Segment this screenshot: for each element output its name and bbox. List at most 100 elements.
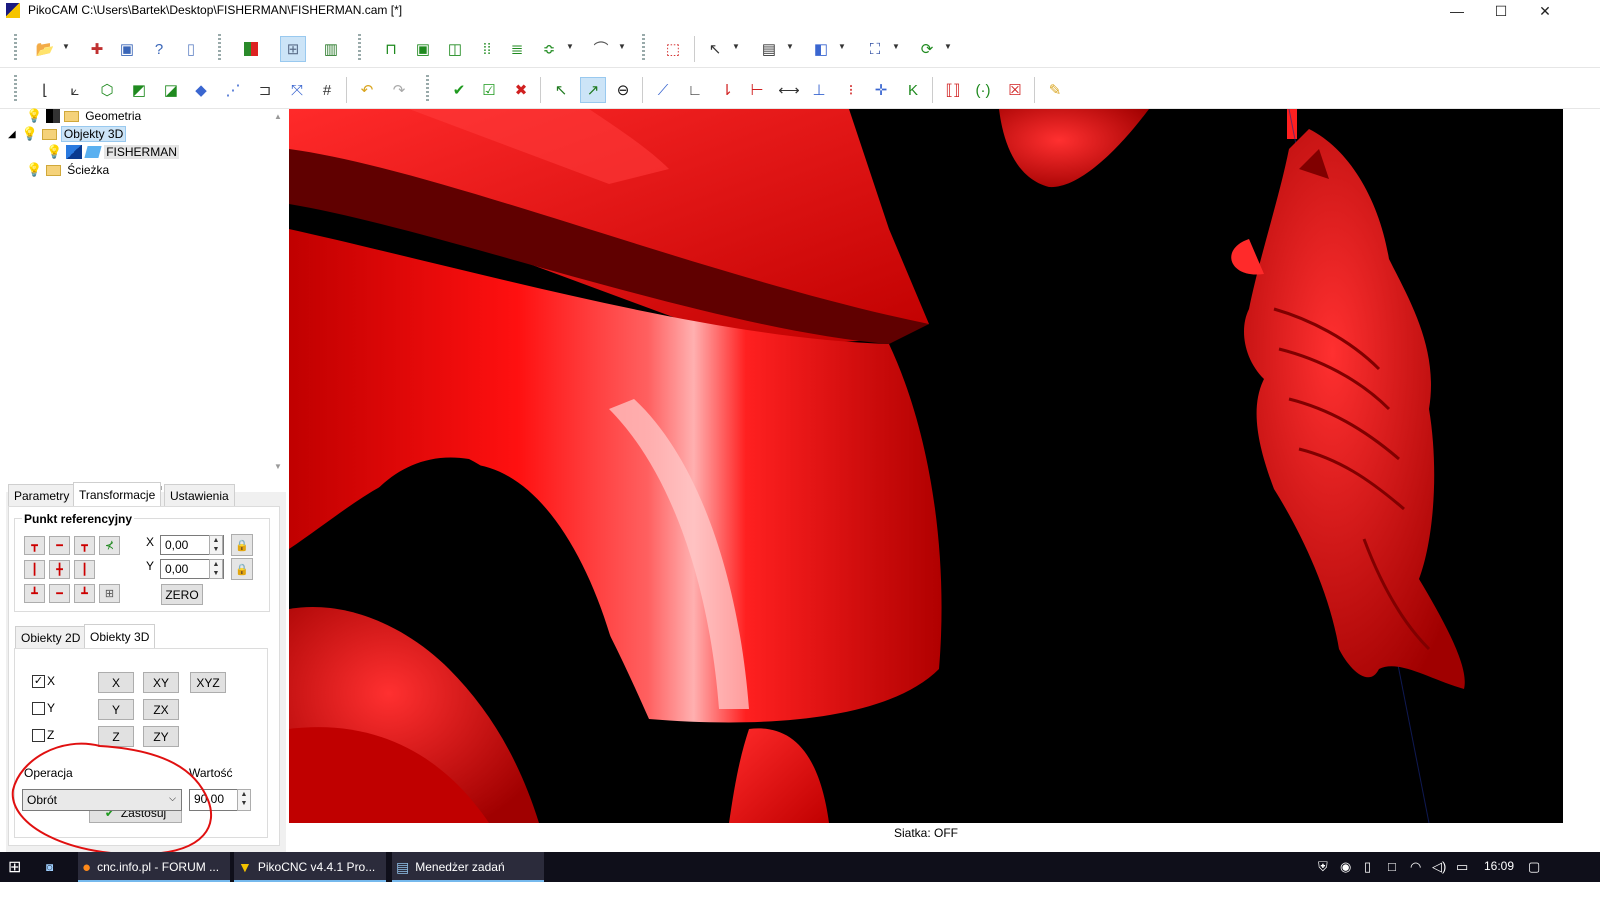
ref-custom-button[interactable]: ⊀	[99, 536, 120, 555]
zero-button[interactable]: ZERO	[161, 584, 203, 605]
edit-icon[interactable]: ☒	[1002, 77, 1028, 103]
z-checkbox[interactable]: Z	[32, 728, 54, 742]
taskbar-item-task-manager[interactable]: ▤ Menedżer zadań	[392, 852, 544, 882]
checkbox-box[interactable]	[32, 701, 45, 715]
x-checkbox[interactable]: ✓ X	[32, 674, 55, 688]
contour-icon[interactable]: ◫	[442, 36, 468, 62]
tab-obiekty-3d[interactable]: Obiekty 3D	[84, 624, 156, 648]
curve-icon[interactable]: ⌒	[588, 36, 614, 62]
ref-center-button[interactable]: ╋	[49, 560, 70, 579]
distribute-dropdown-icon[interactable]: ▼	[566, 42, 574, 51]
help-icon[interactable]: ?	[146, 36, 172, 62]
ref-bottom-center-button[interactable]: ━	[49, 584, 70, 603]
3d-viewport[interactable]	[289, 109, 1563, 823]
brush-icon[interactable]: ✎	[1042, 77, 1068, 103]
mirror-icon[interactable]: ⟦⟧	[940, 77, 966, 103]
axis-origin-icon[interactable]: ⌊	[32, 77, 58, 103]
lightbulb-icon[interactable]: 💡	[26, 162, 42, 178]
ref-bottom-left-button[interactable]: ┻	[24, 584, 45, 603]
dotted-line-icon[interactable]: ⁝	[838, 77, 864, 103]
x-spinner[interactable]: ▲ ▼	[209, 535, 223, 555]
redo-icon[interactable]: ↷	[386, 77, 412, 103]
ref-top-left-button[interactable]: ┳	[24, 536, 45, 555]
axis-x-button[interactable]: X	[98, 672, 134, 693]
distribute-icon[interactable]: ≎	[536, 36, 562, 62]
toolbar-grip[interactable]	[218, 34, 221, 62]
blank-page-icon[interactable]: ▯	[178, 36, 204, 62]
layers-icon[interactable]: ≣	[504, 36, 530, 62]
center-mirror-icon[interactable]: (·)	[970, 77, 996, 103]
usb-icon[interactable]: ▯	[1364, 859, 1371, 875]
boolean-dropdown-icon[interactable]: ▼	[838, 42, 846, 51]
undo-icon[interactable]: ↶	[354, 77, 380, 103]
ref-bottom-right-button[interactable]: ┻	[74, 584, 95, 603]
wifi-icon[interactable]: ◠	[1410, 859, 1421, 875]
toolbar-grip[interactable]	[426, 75, 429, 103]
grid-icon[interactable]: #	[314, 77, 340, 103]
toolbar-grip[interactable]	[14, 75, 17, 103]
tab-ustawienia[interactable]: Ustawienia	[164, 484, 235, 506]
tree-item-geometria[interactable]: 💡 Geometria	[26, 107, 143, 125]
snap-icon[interactable]: ⊥	[806, 77, 832, 103]
box-top-icon[interactable]: ◩	[126, 77, 152, 103]
clock[interactable]: 16:09	[1484, 859, 1514, 873]
horizontal-icon[interactable]: ⊢	[744, 77, 770, 103]
toolbar-grip[interactable]	[14, 34, 17, 62]
refresh-dropdown-icon[interactable]: ▼	[944, 42, 952, 51]
volume-icon[interactable]: ◁)	[1432, 859, 1446, 875]
expand-arrow-icon[interactable]: ◢	[8, 129, 16, 140]
distance-icon[interactable]: ⟷	[776, 77, 802, 103]
boolean-icon[interactable]: ◧	[808, 36, 834, 62]
rectangle-select-icon[interactable]: ⬚	[660, 36, 686, 62]
minimize-button[interactable]: —	[1434, 0, 1480, 22]
axis-origin-2-icon[interactable]: ⟀	[62, 77, 88, 103]
tab-parametry[interactable]: Parametry	[8, 484, 76, 506]
search-button[interactable]: ◙	[42, 852, 72, 882]
box-view-icon[interactable]: ⬡	[94, 77, 120, 103]
battery-icon[interactable]: ▭	[1456, 859, 1468, 875]
step-icon[interactable]: ⊐	[252, 77, 278, 103]
box-side-icon[interactable]: ◆	[188, 77, 214, 103]
clipboard-icon[interactable]: ▤	[756, 36, 782, 62]
fit-view-icon[interactable]: ⤧	[284, 77, 310, 103]
close-button[interactable]: ✕	[1522, 0, 1568, 22]
point-icon[interactable]: ⋰	[220, 77, 246, 103]
checkbox-box[interactable]	[32, 728, 45, 742]
y-checkbox[interactable]: Y	[32, 701, 55, 715]
shield-icon[interactable]: ⛨	[1318, 859, 1328, 875]
taskbar-item-pikocnc[interactable]: ▼ PikoCNC v4.4.1 Pro...	[234, 852, 386, 882]
start-button[interactable]: ⊞	[4, 852, 34, 882]
scroll-down-icon[interactable]: ▼	[274, 462, 282, 471]
value-input[interactable]: 90,00	[189, 789, 239, 811]
box-front-icon[interactable]: ◪	[158, 77, 184, 103]
axis-xy-button[interactable]: XY	[143, 672, 179, 693]
refresh-icon[interactable]: ⟳	[914, 36, 940, 62]
tab-obiekty-2d[interactable]: Obiekty 2D	[15, 626, 87, 648]
tree-item-sciezka[interactable]: 💡 Ścieżka	[26, 161, 111, 179]
value-spinner[interactable]: ▲ ▼	[237, 789, 251, 811]
ref-top-right-button[interactable]: ┳	[74, 536, 95, 555]
color-palette-icon[interactable]	[238, 36, 264, 62]
new-icon[interactable]: ✚	[84, 36, 110, 62]
lightbulb-icon[interactable]: 💡	[22, 126, 38, 142]
taskbar-item-firefox[interactable]: ● cnc.info.pl - FORUM ...	[78, 852, 230, 882]
knife-icon[interactable]: ⟋	[650, 77, 676, 103]
select-add-icon[interactable]: ↗	[580, 77, 606, 103]
tree-item-objekty-3d[interactable]: ◢ 💡 Objekty 3D	[8, 125, 127, 143]
eye-icon[interactable]: ⊖	[610, 77, 636, 103]
open-dropdown-icon[interactable]: ▼	[62, 42, 70, 51]
tab-transformacje[interactable]: Transformacje	[73, 482, 162, 506]
lightbulb-icon[interactable]: 💡	[26, 108, 42, 124]
cancel-icon[interactable]: ✖	[508, 77, 534, 103]
curve-dropdown-icon[interactable]: ▼	[618, 42, 626, 51]
x-lock-icon[interactable]: 🔒	[231, 534, 253, 556]
toolbar-grip[interactable]	[358, 34, 361, 62]
angle-icon[interactable]: ∟	[682, 77, 708, 103]
ref-mid-right-button[interactable]: ┃	[74, 560, 95, 579]
open-icon[interactable]: 📂	[32, 36, 58, 62]
operation-select[interactable]: Obrót ⌵	[22, 789, 182, 811]
notifications-icon[interactable]: ▢	[1528, 859, 1540, 875]
center-icon[interactable]: ✛	[868, 77, 894, 103]
vertical-icon[interactable]: ⇂	[714, 77, 740, 103]
axis-zx-button[interactable]: ZX	[143, 699, 179, 720]
